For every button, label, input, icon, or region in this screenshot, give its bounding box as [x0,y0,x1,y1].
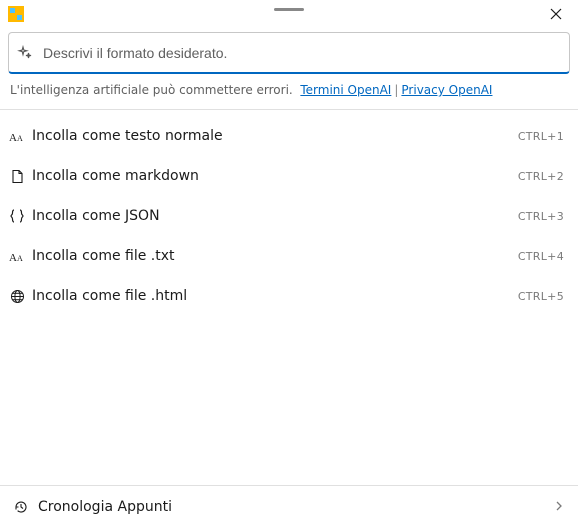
clipboard-history-button[interactable]: Cronologia Appunti [0,485,578,527]
chevron-right-icon [554,499,564,515]
close-button[interactable] [540,0,572,28]
svg-text:A: A [9,252,17,264]
drag-handle-icon [274,8,304,11]
paste-option[interactable]: AA Incolla come file .txtCTRL+4 [0,236,578,276]
paste-option-label: Incolla come file .html [32,288,518,304]
prompt-box[interactable] [8,32,570,74]
globe-icon [8,289,26,304]
app-icon [8,6,24,22]
paste-option-label: Incolla come JSON [32,208,518,224]
svg-text:A: A [9,132,17,144]
clipboard-history-label: Cronologia Appunti [38,499,554,515]
paste-option-shortcut: CTRL+4 [518,250,564,263]
paste-options-list: AAIncolla come testo normaleCTRL+1Incoll… [0,110,578,485]
paste-option-shortcut: CTRL+1 [518,130,564,143]
terms-link[interactable]: Termini OpenAI [300,83,391,97]
paste-option[interactable]: AA Incolla come testo normaleCTRL+1 [0,116,578,156]
sparkle-icon [17,45,33,61]
prompt-input[interactable] [41,44,561,62]
paste-option-shortcut: CTRL+5 [518,290,564,303]
paste-option-label: Incolla come file .txt [32,248,518,264]
svg-text:A: A [17,134,23,143]
file-icon [8,169,26,184]
paste-option[interactable]: Incolla come file .htmlCTRL+5 [0,276,578,316]
paste-option-shortcut: CTRL+2 [518,170,564,183]
paste-option-label: Incolla come testo normale [32,128,518,144]
privacy-link[interactable]: Privacy OpenAI [401,83,492,97]
text-size-icon: AA [8,248,26,265]
disclaimer-text: L'intelligenza artificiale può commetter… [10,83,293,97]
titlebar [0,0,578,28]
braces-icon [8,208,26,224]
disclaimer: L'intelligenza artificiale può commetter… [0,76,578,109]
paste-option[interactable]: Incolla come JSONCTRL+3 [0,196,578,236]
paste-option-shortcut: CTRL+3 [518,210,564,223]
text-size-icon: AA [8,128,26,145]
close-icon [550,8,562,20]
paste-option[interactable]: Incolla come markdownCTRL+2 [0,156,578,196]
svg-text:A: A [17,254,23,263]
paste-option-label: Incolla come markdown [32,168,518,184]
history-icon [12,499,30,515]
